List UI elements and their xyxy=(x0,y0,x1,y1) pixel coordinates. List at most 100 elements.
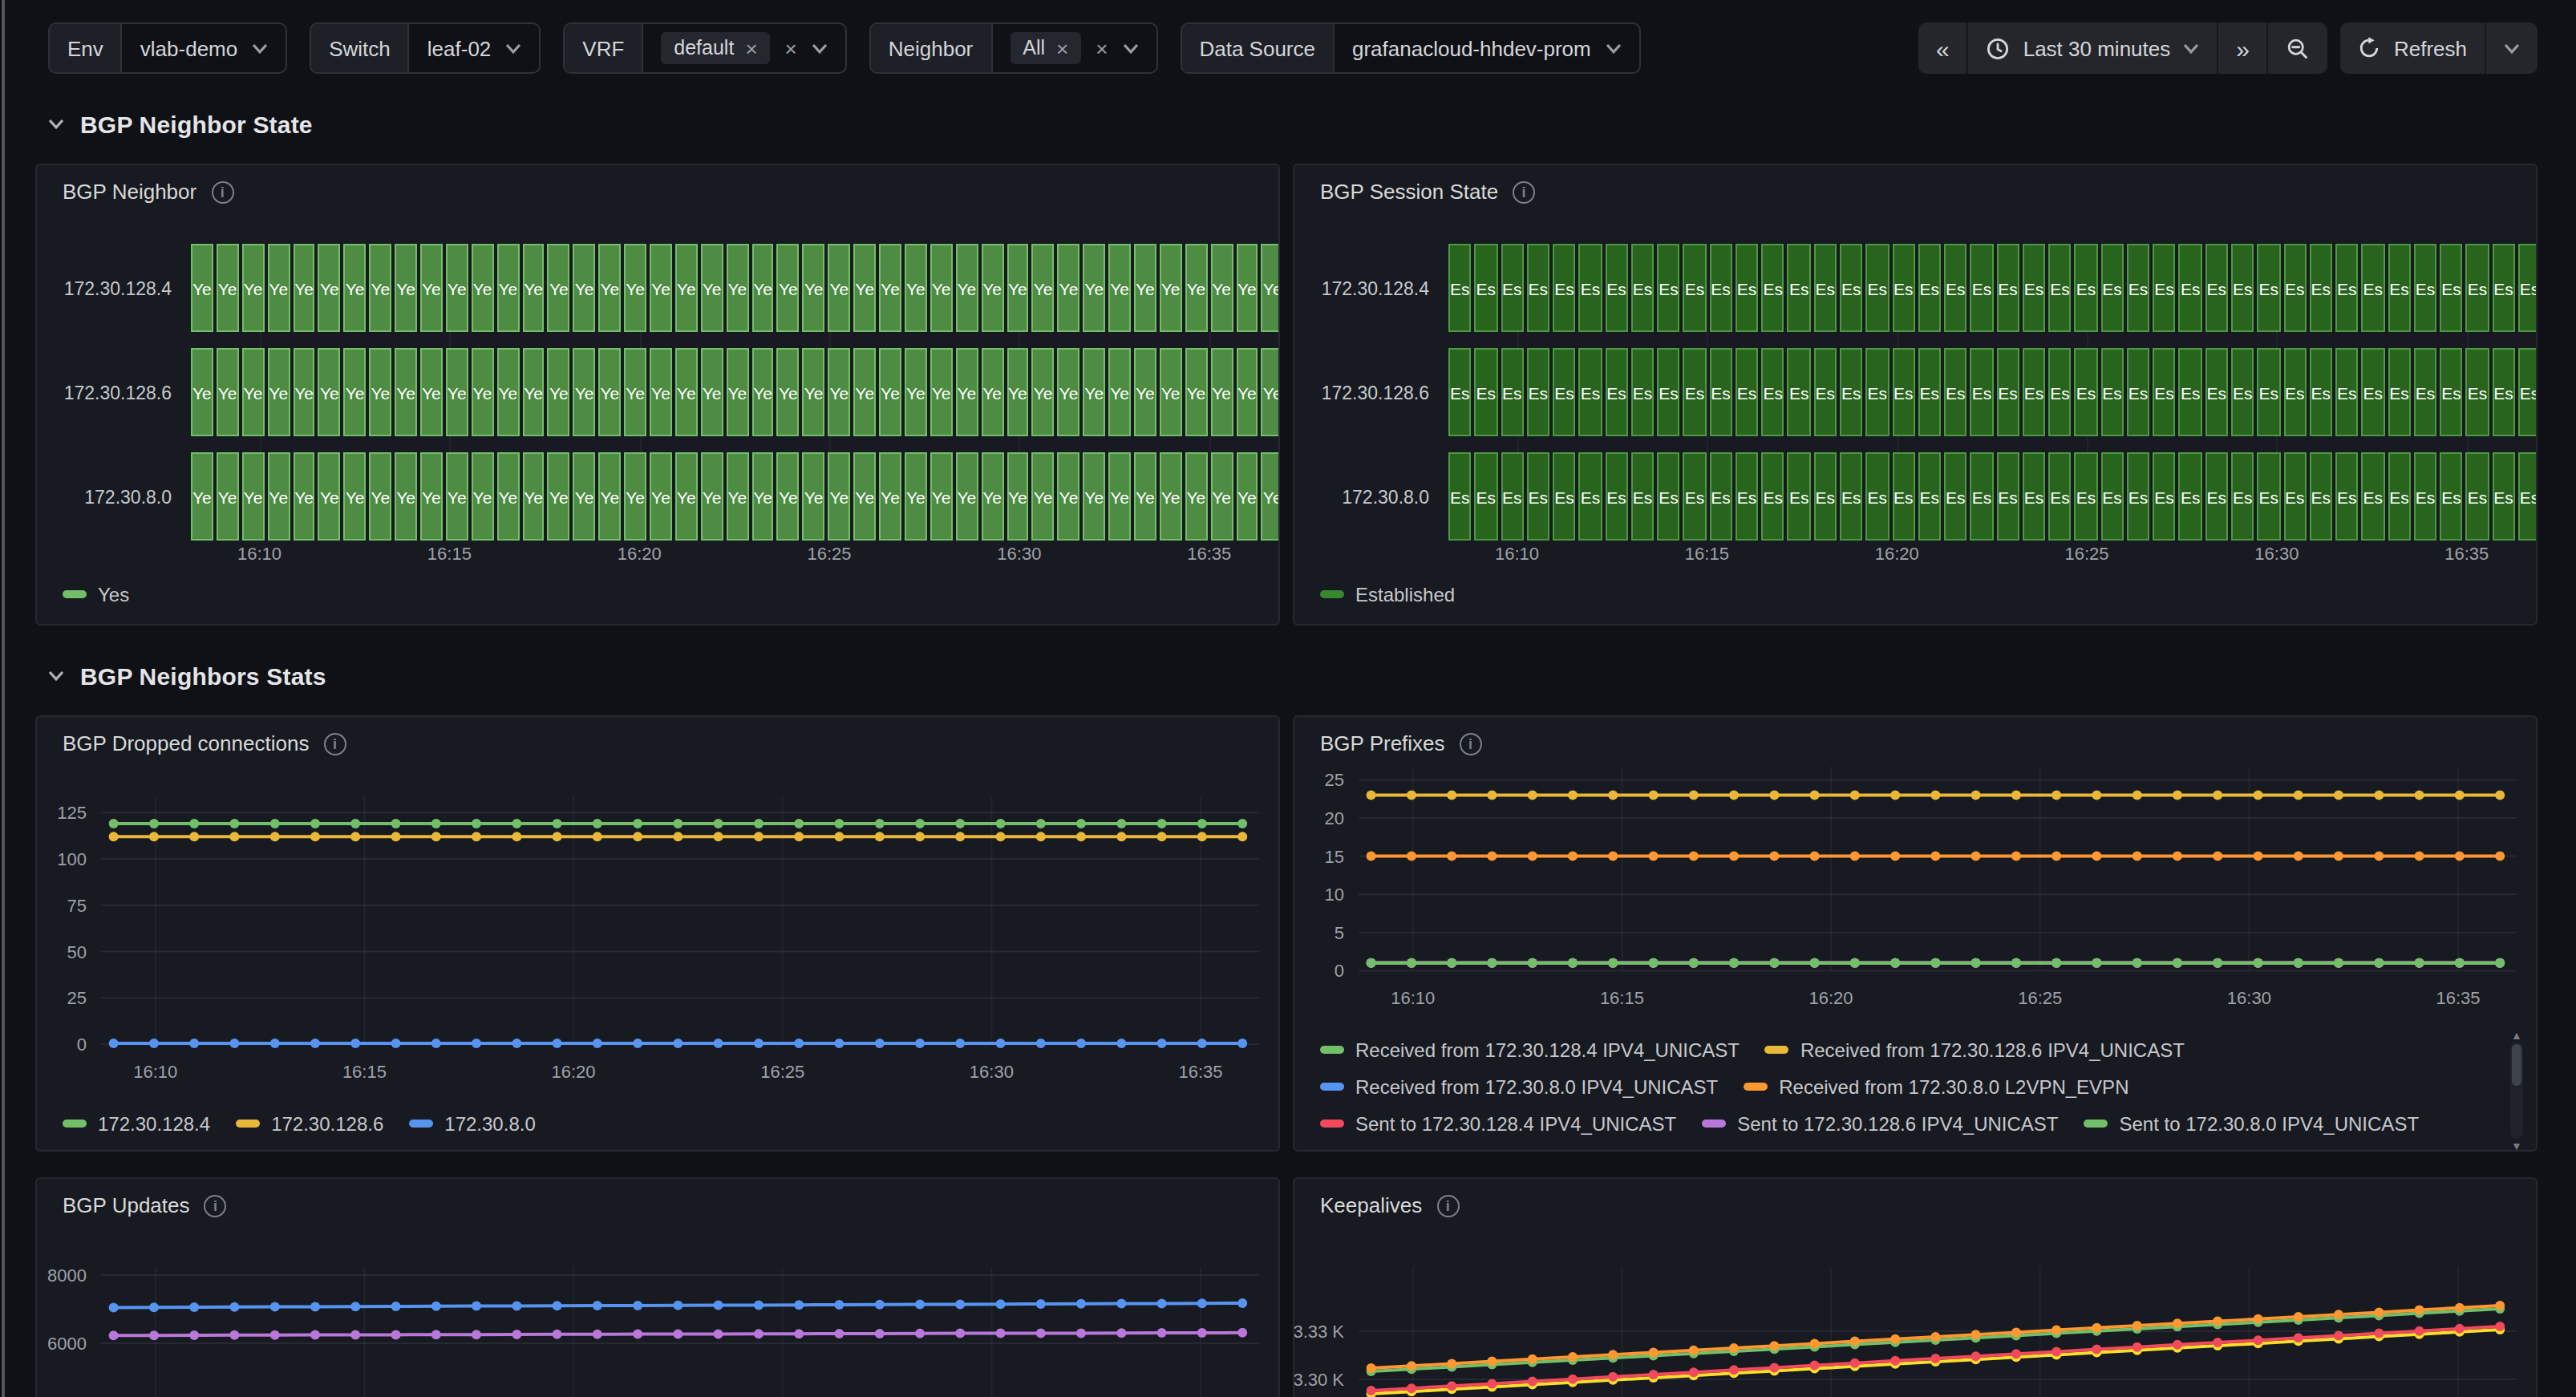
state-cell: Es xyxy=(1631,452,1655,541)
state-cell: Es xyxy=(2362,244,2385,332)
state-cell: Es xyxy=(1553,452,1576,541)
legend-item[interactable]: Sent to 172.30.8.0 IPV4_UNICAST xyxy=(2084,1105,2420,1142)
legend-item[interactable]: Sent to 172.30.128.6 IPV4_UNICAST xyxy=(1702,1105,2058,1142)
state-cell: Ye xyxy=(828,348,851,436)
state-cell: Es xyxy=(1761,348,1784,436)
legend-color-pill xyxy=(1744,1083,1768,1091)
state-cell: Ye xyxy=(472,452,494,541)
panel-title[interactable]: BGP Prefixes xyxy=(1320,731,1445,755)
state-cell: Ye xyxy=(624,452,646,541)
legend-color-pill xyxy=(236,1120,260,1128)
panel-title[interactable]: BGP Session State xyxy=(1320,180,1498,204)
clear-selection-icon[interactable]: × xyxy=(1096,38,1108,59)
state-cell: Ye xyxy=(624,244,646,332)
panel-header: BGP Updates i xyxy=(63,1193,1262,1217)
legend-item[interactable]: Yes xyxy=(63,576,129,613)
state-cell: Ye xyxy=(344,348,367,436)
state-cell: Ye xyxy=(751,452,774,541)
variable-value[interactable]: leaf-02 xyxy=(410,24,540,72)
state-cell: Es xyxy=(2310,244,2333,332)
x-axis-label: 16:15 xyxy=(427,544,472,563)
state-cell: Ye xyxy=(1210,244,1233,332)
variable-switch[interactable]: Switchleaf-02 xyxy=(310,22,541,74)
legend-item[interactable]: Received from 172.30.8.0 IPV4_UNICAST xyxy=(1320,1068,1718,1105)
variable-controls: Envvlab-demoSwitchleaf-02VRFdefault××Nei… xyxy=(48,22,1641,74)
selected-option-chip[interactable]: default× xyxy=(661,32,770,64)
info-icon[interactable]: i xyxy=(205,1194,227,1217)
state-cell: Ye xyxy=(191,452,213,541)
variable-data-source[interactable]: Data Sourcegrafanacloud-hhdev-prom xyxy=(1180,22,1640,74)
legend-item[interactable]: 172.30.128.4 xyxy=(63,1105,210,1142)
refresh-button[interactable]: Refresh xyxy=(2341,22,2485,74)
state-cell: Es xyxy=(1840,244,1863,332)
legend-item[interactable]: Sent to 172.30.128.4 IPV4_UNICAST xyxy=(1320,1105,1676,1142)
clear-selection-icon[interactable]: × xyxy=(785,38,797,59)
state-cell: Es xyxy=(2023,244,2046,332)
remove-option-icon[interactable]: × xyxy=(1056,38,1068,59)
state-cell: Ye xyxy=(369,452,391,541)
state-cell: Es xyxy=(1475,452,1498,541)
section-bgp-neighbor-state[interactable]: BGP Neighbor State xyxy=(48,99,313,148)
scrollbar-track[interactable] xyxy=(2510,1043,2523,1139)
remove-option-icon[interactable]: × xyxy=(745,38,757,59)
panel-title[interactable]: BGP Neighbor xyxy=(63,180,196,204)
selected-option-chip[interactable]: All× xyxy=(1010,32,1081,64)
variable-value[interactable]: All×× xyxy=(992,24,1156,72)
x-axis-label: 16:30 xyxy=(997,544,1041,563)
state-cell: Ye xyxy=(777,348,800,436)
svg-text:16:10: 16:10 xyxy=(133,1062,177,1082)
scroll-down-icon[interactable]: ▼ xyxy=(2511,1139,2522,1152)
info-icon[interactable]: i xyxy=(1436,1194,1459,1217)
legend-scrollbar[interactable]: ▲▼ xyxy=(2509,1028,2525,1152)
state-cell: Ye xyxy=(751,244,774,332)
state-cell: Es xyxy=(1605,244,1628,332)
time-zoom-out-button[interactable] xyxy=(2267,22,2328,74)
variable-neighbor[interactable]: NeighborAll×× xyxy=(869,22,1158,74)
panel-title[interactable]: BGP Dropped connections xyxy=(63,731,309,755)
time-shift-forward-button[interactable]: » xyxy=(2217,22,2267,74)
refresh-interval-dropdown[interactable] xyxy=(2485,22,2538,74)
state-cell: Es xyxy=(1631,244,1655,332)
variable-vrf[interactable]: VRFdefault×× xyxy=(563,22,846,74)
variable-value[interactable]: vlab-demo xyxy=(123,24,286,72)
legend-item[interactable]: 172.30.128.6 xyxy=(236,1105,383,1142)
variable-value[interactable]: grafanacloud-hhdev-prom xyxy=(1335,24,1639,72)
left-edge-divider[interactable] xyxy=(2,0,5,1397)
legend-item[interactable]: Received from 172.30.8.0 L2VPN_EVPN xyxy=(1744,1068,2128,1105)
chevron-down-icon xyxy=(1606,43,1622,54)
variable-value[interactable]: default×× xyxy=(643,24,844,72)
info-icon[interactable]: i xyxy=(1513,180,1535,203)
chart-canvas: 025507510012516:1016:1516:2016:2516:3016… xyxy=(37,791,1278,1108)
scrollbar-thumb[interactable] xyxy=(2512,1044,2521,1086)
section-bgp-neighbors-stats[interactable]: BGP Neighbors Stats xyxy=(48,651,326,699)
svg-text:0: 0 xyxy=(1335,961,1344,981)
legend-item[interactable]: Received from 172.30.128.4 IPV4_UNICAST xyxy=(1320,1031,1740,1068)
panel-header: Keepalives i xyxy=(1320,1193,2520,1217)
state-cell: Ye xyxy=(395,348,417,436)
panel-header: BGP Neighbor i xyxy=(63,180,1262,204)
state-cell: Es xyxy=(2388,348,2411,436)
info-icon[interactable]: i xyxy=(323,732,346,755)
state-cell: Es xyxy=(1970,452,1994,541)
legend-item[interactable]: Received from 172.30.128.6 IPV4_UNICAST xyxy=(1765,1031,2185,1068)
state-cell: Es xyxy=(1605,348,1628,436)
legend-item[interactable]: 172.30.8.0 xyxy=(409,1105,535,1142)
x-axis-label: 16:25 xyxy=(2065,544,2109,563)
state-cell: Ye xyxy=(726,452,748,541)
time-range-picker[interactable]: Last 30 minutes xyxy=(1967,22,2218,74)
info-icon[interactable]: i xyxy=(211,180,233,203)
state-cell: Ye xyxy=(905,452,927,541)
x-axis-label: 16:25 xyxy=(808,544,852,563)
timeline-cells: EsEsEsEsEsEsEsEsEsEsEsEsEsEsEsEsEsEsEsEs… xyxy=(1448,244,2538,332)
panel-title[interactable]: Keepalives xyxy=(1320,1193,1422,1217)
legend-item[interactable]: Sent to 172.30.8.0 L2VPN_EVPN xyxy=(1320,1142,1642,1152)
variable-env[interactable]: Envvlab-demo xyxy=(48,22,287,74)
svg-text:20: 20 xyxy=(1325,808,1344,828)
scroll-up-icon[interactable]: ▲ xyxy=(2511,1028,2522,1043)
variable-current-value: leaf-02 xyxy=(427,36,492,60)
info-icon[interactable]: i xyxy=(1460,732,1482,755)
legend-item[interactable]: Established xyxy=(1320,576,1455,613)
state-cell: Ye xyxy=(701,348,723,436)
time-shift-back-button[interactable]: « xyxy=(1918,22,1967,74)
panel-title[interactable]: BGP Updates xyxy=(63,1193,190,1217)
